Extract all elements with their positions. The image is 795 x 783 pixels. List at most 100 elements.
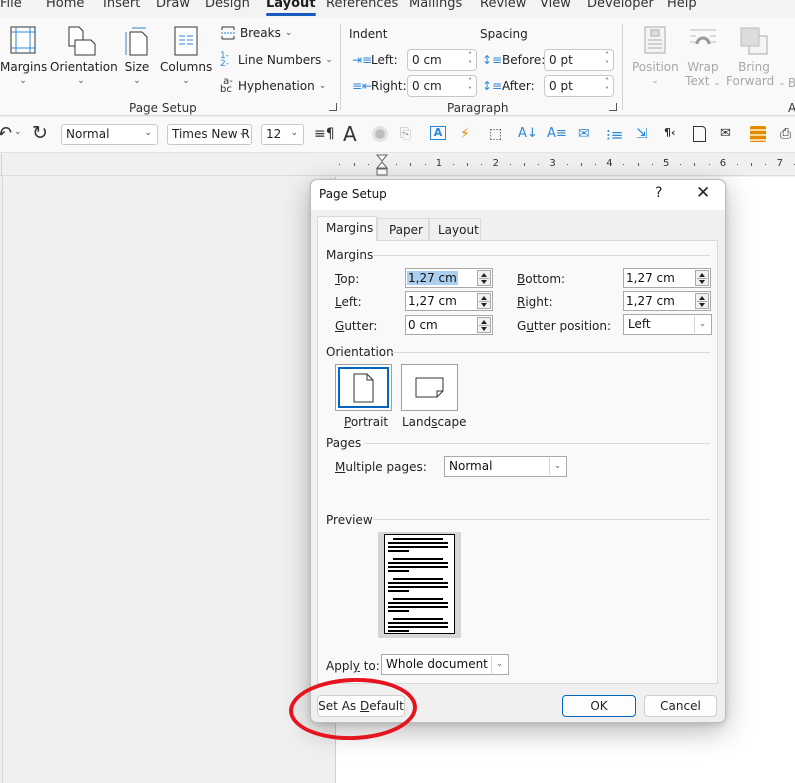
text-box-icon[interactable]: A bbox=[430, 126, 446, 140]
chevron-down-icon: ⌄ bbox=[238, 128, 246, 138]
undo-icon[interactable]: ↶ bbox=[0, 123, 12, 144]
preview-text-line bbox=[388, 582, 448, 584]
chevron-down-icon[interactable]: ⌄ bbox=[14, 127, 22, 137]
set-as-default-button[interactable]: Set As Default bbox=[317, 695, 405, 717]
orientation-button[interactable]: Orientation ⌄ bbox=[50, 26, 118, 86]
line-numbers-button[interactable]: 1- 2- Line Numbers ⌄ bbox=[220, 52, 333, 69]
redo-icon[interactable]: ↻ bbox=[32, 122, 48, 144]
tab-file[interactable]: File bbox=[0, 0, 22, 11]
chevron-down-icon: ⌄ bbox=[318, 81, 327, 91]
group-divider bbox=[340, 24, 341, 110]
multiple-pages-select[interactable]: Normal ⌄ bbox=[444, 456, 567, 477]
gutter-position-select[interactable]: Left ⌄ bbox=[623, 314, 712, 335]
tab-help[interactable]: Help bbox=[667, 0, 697, 11]
ruler-left-edge bbox=[0, 154, 2, 176]
bottom-margin-spinner[interactable] bbox=[695, 270, 709, 286]
tab-layout[interactable]: Layout bbox=[266, 0, 316, 16]
margins-button[interactable]: Margins ⌄ bbox=[0, 26, 47, 86]
spacing-before-input[interactable]: 0 pt ˄ ˅ bbox=[544, 49, 614, 71]
tab-layout[interactable]: Layout bbox=[429, 218, 481, 240]
bullet-list-icon[interactable]: ⁝≡ bbox=[606, 126, 624, 144]
blank-page-icon[interactable] bbox=[693, 126, 706, 142]
gutter-input[interactable]: 0 cm bbox=[405, 315, 493, 335]
bring-forward-button[interactable]: Bring Forward ⌄ bbox=[726, 26, 786, 88]
orange-lines-icon[interactable] bbox=[750, 126, 766, 142]
spin-arrows-icon[interactable]: ˄ ˅ bbox=[468, 77, 472, 95]
tab-margins[interactable]: Margins bbox=[317, 216, 377, 241]
send-backward-button[interactable]: B bbox=[786, 76, 795, 90]
borders-icon[interactable]: ⬚ bbox=[489, 126, 507, 144]
tab-mailings[interactable]: Mailings bbox=[409, 0, 462, 11]
right-margin-spinner[interactable] bbox=[695, 293, 709, 309]
hyphenation-icon: a-bc bbox=[220, 76, 233, 95]
quick-parts-icon[interactable]: ⚡ bbox=[460, 126, 478, 144]
font-size-select[interactable]: 12 ⌄ bbox=[261, 124, 304, 145]
ruler-dot bbox=[708, 164, 710, 165]
tab-paper[interactable]: Paper bbox=[377, 218, 429, 240]
line-spacing-icon[interactable]: A≡ bbox=[547, 126, 567, 144]
horizontal-ruler[interactable]: 12345678910 bbox=[0, 154, 795, 176]
indent-right-input[interactable]: 0 cm ˄ ˅ bbox=[407, 75, 477, 97]
close-icon[interactable]: ✕ bbox=[696, 183, 710, 203]
rtl-paragraph-icon[interactable]: ¶‹ bbox=[664, 126, 682, 144]
right-margin-input[interactable]: 1,27 cm bbox=[623, 291, 711, 311]
wrap-text-icon bbox=[690, 29, 716, 45]
ribbon: Margins ⌄ Orientation ⌄ Size ⌄ Columns ⌄ bbox=[0, 18, 795, 116]
breaks-icon bbox=[221, 26, 235, 40]
landscape-option[interactable] bbox=[401, 364, 458, 411]
size-button[interactable]: Size ⌄ bbox=[120, 26, 154, 86]
cancel-button[interactable]: Cancel bbox=[644, 695, 717, 717]
ruler-tick bbox=[637, 163, 639, 166]
chevron-down-icon: ⌄ bbox=[290, 128, 298, 138]
dialog-title: Page Setup bbox=[319, 187, 387, 201]
gutter-spinner[interactable] bbox=[477, 317, 491, 333]
top-margin-spinner[interactable] bbox=[477, 270, 491, 286]
bottom-margin-input[interactable]: 1,27 cm bbox=[623, 268, 711, 288]
chevron-down-icon: ⌄ bbox=[549, 458, 565, 475]
tab-home[interactable]: Home bbox=[46, 0, 84, 11]
indent-marker-icon[interactable] bbox=[376, 154, 388, 176]
ruler-dot bbox=[595, 164, 596, 165]
portrait-option[interactable] bbox=[335, 364, 392, 411]
link-document-icon[interactable]: ⎘ bbox=[400, 126, 418, 144]
apply-to-select[interactable]: Whole document ⌄ bbox=[381, 654, 509, 675]
font-select[interactable]: Times New R ⌄ bbox=[167, 124, 252, 145]
indent-left-input[interactable]: 0 cm ˄ ˅ bbox=[407, 49, 477, 71]
left-margin-input[interactable]: 1,27 cm bbox=[405, 291, 493, 311]
tab-review[interactable]: Review bbox=[480, 0, 526, 11]
ok-button[interactable]: OK bbox=[562, 695, 636, 717]
dialog-titlebar[interactable]: Page Setup ? ✕ bbox=[311, 180, 725, 210]
spin-arrows-icon[interactable]: ˄ ˅ bbox=[468, 51, 472, 69]
tab-design[interactable]: Design bbox=[205, 0, 250, 11]
insert-file-icon[interactable]: ⇲ bbox=[636, 126, 654, 144]
top-margin-input[interactable]: 1,27 cm bbox=[405, 268, 493, 288]
position-button[interactable]: Position ⌄ bbox=[632, 26, 679, 86]
paragraph-launcher[interactable] bbox=[609, 103, 617, 111]
spin-arrows-icon[interactable]: ˄ ˅ bbox=[605, 51, 609, 69]
sort-icon[interactable]: A↓ bbox=[518, 126, 538, 144]
spin-arrows-icon[interactable]: ˄ ˅ bbox=[605, 77, 609, 95]
paragraph-marks-icon[interactable]: ≡¶ bbox=[314, 126, 335, 144]
orientation-icon bbox=[68, 26, 96, 56]
indent-right-icon: ≡⇤ bbox=[352, 79, 373, 93]
tab-view[interactable]: View bbox=[540, 0, 571, 11]
tab-insert[interactable]: Insert bbox=[103, 0, 140, 11]
tab-developer[interactable]: Developer bbox=[587, 0, 654, 11]
left-margin-spinner[interactable] bbox=[477, 293, 491, 309]
hyphenation-button[interactable]: a-bc Hyphenation ⌄ bbox=[220, 76, 327, 95]
style-select[interactable]: Normal ⌄ bbox=[61, 124, 158, 145]
record-macro-icon[interactable] bbox=[372, 126, 388, 142]
preview-text-line bbox=[393, 598, 443, 600]
wrap-text-button[interactable]: Wrap Text ⌄ bbox=[684, 26, 722, 88]
breaks-button[interactable]: Breaks ⌄ bbox=[220, 26, 292, 40]
help-icon[interactable]: ? bbox=[655, 185, 662, 201]
print-preview-icon[interactable]: ⎙ bbox=[780, 126, 795, 144]
page-setup-launcher[interactable] bbox=[329, 103, 337, 111]
tab-draw[interactable]: Draw bbox=[156, 0, 190, 11]
font-color-icon[interactable]: A bbox=[343, 122, 361, 146]
tab-references[interactable]: References bbox=[326, 0, 398, 11]
envelope-icon[interactable]: ✉ bbox=[578, 126, 596, 144]
mailings-icon[interactable]: ✉ bbox=[720, 126, 738, 144]
spacing-after-input[interactable]: 0 pt ˄ ˅ bbox=[544, 75, 614, 97]
columns-button[interactable]: Columns ⌄ bbox=[160, 26, 212, 86]
